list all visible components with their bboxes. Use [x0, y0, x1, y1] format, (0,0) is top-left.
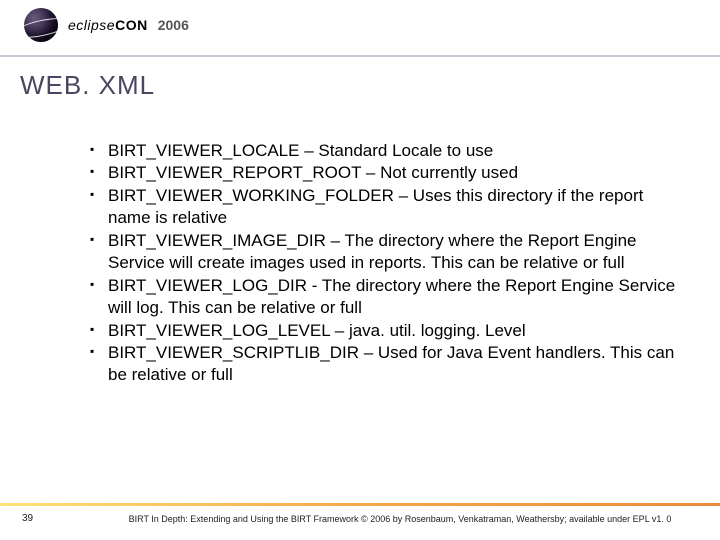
footer-divider	[0, 503, 720, 506]
slide-title: WEB. XML	[20, 70, 155, 101]
brand-eclipse: eclipse	[68, 17, 115, 33]
header-logo: eclipseCON 2006	[24, 8, 189, 42]
bullet-item: BIRT_VIEWER_LOG_LEVEL – java. util. logg…	[90, 320, 680, 342]
brand-year: 2006	[158, 17, 189, 33]
bullet-item: BIRT_VIEWER_WORKING_FOLDER – Uses this d…	[90, 185, 680, 230]
slide-body: BIRT_VIEWER_LOCALE – Standard Locale to …	[90, 140, 680, 387]
header-divider	[0, 55, 720, 57]
bullet-item: BIRT_VIEWER_SCRIPTLIB_DIR – Used for Jav…	[90, 342, 680, 387]
slide: eclipseCON 2006 WEB. XML BIRT_VIEWER_LOC…	[0, 0, 720, 540]
bullet-item: BIRT_VIEWER_IMAGE_DIR – The directory wh…	[90, 230, 680, 275]
eclipse-logo-icon	[24, 8, 58, 42]
bullet-item: BIRT_VIEWER_LOCALE – Standard Locale to …	[90, 140, 680, 162]
footer-text: BIRT In Depth: Extending and Using the B…	[100, 514, 700, 524]
bullet-list: BIRT_VIEWER_LOCALE – Standard Locale to …	[90, 140, 680, 387]
brand-con: CON	[115, 17, 148, 33]
page-number: 39	[22, 513, 33, 524]
brand-text: eclipseCON	[68, 17, 148, 33]
bullet-item: BIRT_VIEWER_LOG_DIR - The directory wher…	[90, 275, 680, 320]
bullet-item: BIRT_VIEWER_REPORT_ROOT – Not currently …	[90, 162, 680, 184]
